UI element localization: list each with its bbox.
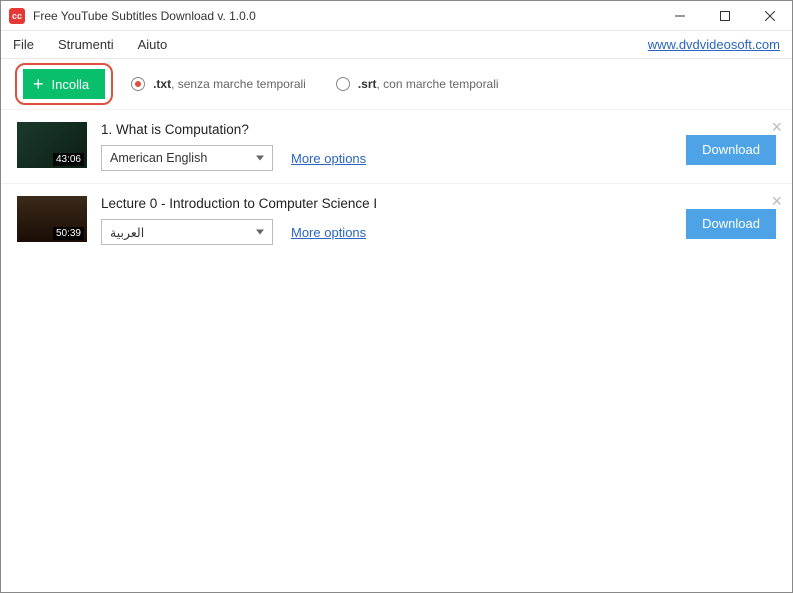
video-title: Lecture 0 - Introduction to Computer Sci… <box>101 196 672 211</box>
paste-button[interactable]: + Incolla <box>23 69 105 99</box>
app-window: cc Free YouTube Subtitles Download v. 1.… <box>0 0 793 593</box>
language-select[interactable]: العربية <box>101 219 273 245</box>
download-button[interactable]: Download <box>686 135 776 165</box>
radio-label: .srt, con marche temporali <box>358 77 499 91</box>
menu-bar: File Strumenti Aiuto www.dvdvideosoft.co… <box>1 31 792 59</box>
remove-item-icon[interactable]: × <box>771 192 782 210</box>
format-option-srt[interactable]: .srt, con marche temporali <box>336 77 499 91</box>
plus-icon: + <box>33 75 44 93</box>
video-controls-row: العربية More options <box>101 219 672 245</box>
toolbar: + Incolla .txt, senza marche temporali .… <box>1 59 792 109</box>
minimize-button[interactable] <box>657 1 702 30</box>
video-body: Lecture 0 - Introduction to Computer Sci… <box>101 196 672 245</box>
window-controls <box>657 1 792 30</box>
video-title: 1. What is Computation? <box>101 122 672 137</box>
menu-file[interactable]: File <box>13 37 34 52</box>
menu-tools[interactable]: Strumenti <box>58 37 114 52</box>
window-title: Free YouTube Subtitles Download v. 1.0.0 <box>33 9 657 23</box>
video-controls-row: American English More options <box>101 145 672 171</box>
video-body: 1. What is Computation? American English… <box>101 122 672 171</box>
video-item: 50:39 Lecture 0 - Introduction to Comput… <box>1 183 792 257</box>
language-select[interactable]: American English <box>101 145 273 171</box>
more-options-link[interactable]: More options <box>291 151 366 166</box>
radio-label: .txt, senza marche temporali <box>153 77 306 91</box>
video-duration: 50:39 <box>53 227 84 240</box>
paste-button-label: Incolla <box>52 77 90 92</box>
more-options-link[interactable]: More options <box>291 225 366 240</box>
radio-icon <box>131 77 145 91</box>
video-thumbnail[interactable]: 43:06 <box>17 122 87 168</box>
video-duration: 43:06 <box>53 153 84 166</box>
menu-help[interactable]: Aiuto <box>138 37 168 52</box>
maximize-button[interactable] <box>702 1 747 30</box>
app-icon: cc <box>9 8 25 24</box>
download-button[interactable]: Download <box>686 209 776 239</box>
video-list: 43:06 1. What is Computation? American E… <box>1 109 792 592</box>
paste-highlight: + Incolla <box>15 63 113 105</box>
website-link[interactable]: www.dvdvideosoft.com <box>648 37 780 52</box>
format-radio-group: .txt, senza marche temporali .srt, con m… <box>131 77 498 91</box>
format-option-txt[interactable]: .txt, senza marche temporali <box>131 77 306 91</box>
radio-icon <box>336 77 350 91</box>
remove-item-icon[interactable]: × <box>771 118 782 136</box>
video-item: 43:06 1. What is Computation? American E… <box>1 109 792 183</box>
close-button[interactable] <box>747 1 792 30</box>
video-thumbnail[interactable]: 50:39 <box>17 196 87 242</box>
title-bar: cc Free YouTube Subtitles Download v. 1.… <box>1 1 792 31</box>
